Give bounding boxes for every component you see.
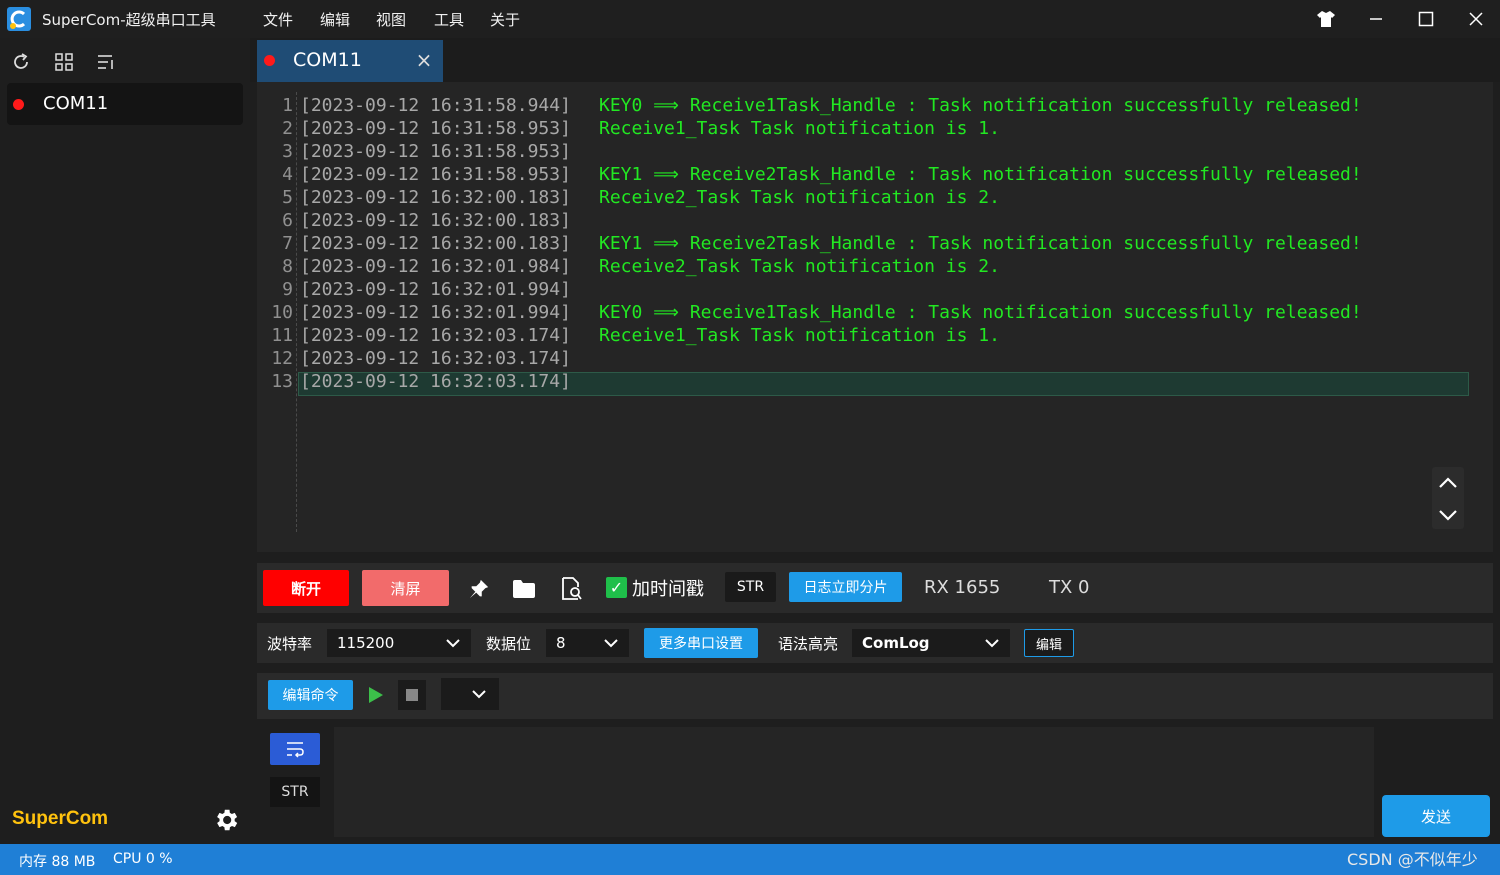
log-message: Receive2_Task Task notification is 2.	[599, 187, 1000, 208]
log-timestamp: [2023-09-12 16:32:03.174]	[300, 371, 571, 392]
play-icon[interactable]	[364, 684, 386, 706]
line-number: 5	[282, 187, 293, 208]
menu-file[interactable]: 文件	[263, 9, 293, 30]
log-message: Receive1_Task Task notification is 1.	[599, 118, 1000, 139]
log-timestamp: [2023-09-12 16:32:01.994]	[300, 279, 571, 300]
menu-edit[interactable]: 编辑	[320, 9, 350, 30]
line-number: 1	[282, 95, 293, 116]
brand-logo: SuperCom	[12, 808, 109, 829]
databits-select[interactable]: 8	[546, 629, 629, 657]
line-number: 2	[282, 118, 293, 139]
log-timestamp: [2023-09-12 16:31:58.944]	[300, 95, 571, 116]
line-number: 12	[271, 348, 293, 369]
line-number: 9	[282, 279, 293, 300]
close-window-icon[interactable]	[1461, 4, 1491, 34]
line-number: 11	[271, 325, 293, 346]
chevron-down-icon	[446, 639, 460, 648]
timestamp-label: 加时间戳	[632, 579, 704, 600]
grid-view-icon[interactable]	[52, 50, 76, 74]
log-message: KEY0 ⟹ Receive1Task_Handle : Task notifi…	[599, 302, 1362, 323]
log-timestamp: [2023-09-12 16:32:00.183]	[300, 233, 571, 254]
baud-select[interactable]: 115200	[327, 629, 471, 657]
tab-status-dot	[264, 55, 275, 66]
refresh-icon[interactable]	[9, 50, 33, 74]
log-timestamp: [2023-09-12 16:32:03.174]	[300, 325, 571, 346]
baud-label: 波特率	[267, 635, 313, 653]
log-timestamp: [2023-09-12 16:32:00.183]	[300, 187, 571, 208]
gear-icon[interactable]	[212, 806, 240, 834]
syntax-value: ComLog	[862, 634, 930, 652]
syntax-select[interactable]: ComLog	[852, 629, 1010, 657]
memory-status: 内存 88 MB	[19, 854, 96, 870]
search-file-icon[interactable]	[558, 575, 586, 603]
watermark: CSDN @不似年少	[1347, 850, 1478, 869]
status-bar	[0, 844, 1500, 875]
line-number: 13	[271, 371, 293, 392]
log-timestamp: [2023-09-12 16:32:01.994]	[300, 302, 571, 323]
log-message: Receive1_Task Task notification is 1.	[599, 325, 1000, 346]
split-log-button[interactable]: 日志立即分片	[789, 572, 902, 602]
title-bar	[0, 0, 1500, 38]
menu-about[interactable]: 关于	[490, 9, 520, 30]
databits-value: 8	[556, 634, 566, 652]
sidebar	[0, 38, 250, 844]
cpu-status: CPU 0 %	[113, 851, 173, 867]
baud-value: 115200	[337, 634, 395, 652]
disconnect-button[interactable]: 断开	[263, 570, 349, 606]
line-number: 7	[282, 233, 293, 254]
log-message: Receive2_Task Task notification is 2.	[599, 256, 1000, 277]
app-logo-icon	[7, 7, 31, 31]
edit-command-button[interactable]: 编辑命令	[268, 680, 353, 710]
str-toggle-button[interactable]: STR	[725, 572, 776, 602]
log-message: KEY1 ⟹ Receive2Task_Handle : Task notifi…	[599, 233, 1362, 254]
gutter-divider	[296, 92, 297, 532]
line-number: 8	[282, 256, 293, 277]
minimize-icon[interactable]	[1361, 4, 1391, 34]
timestamp-checkbox[interactable]: ✓	[606, 577, 627, 598]
log-timestamp: [2023-09-12 16:32:03.174]	[300, 348, 571, 369]
menu-view[interactable]: 视图	[376, 9, 406, 30]
log-timestamp: [2023-09-12 16:32:01.984]	[300, 256, 571, 277]
menu-tools[interactable]: 工具	[434, 9, 464, 30]
log-message: KEY0 ⟹ Receive1Task_Handle : Task notifi…	[599, 95, 1362, 116]
more-port-settings-button[interactable]: 更多串口设置	[644, 628, 758, 658]
pin-icon[interactable]	[465, 575, 493, 603]
line-number: 6	[282, 210, 293, 231]
command-select[interactable]	[441, 678, 499, 710]
log-message: KEY1 ⟹ Receive2Task_Handle : Task notifi…	[599, 164, 1362, 185]
scroll-down-icon[interactable]	[1433, 501, 1463, 529]
word-wrap-icon[interactable]	[270, 733, 320, 765]
log-timestamp: [2023-09-12 16:31:58.953]	[300, 164, 571, 185]
clear-button[interactable]: 清屏	[362, 570, 449, 606]
send-button[interactable]: 发送	[1382, 795, 1490, 837]
tab-close-icon[interactable]: ×	[415, 50, 433, 70]
send-input[interactable]	[334, 727, 1374, 837]
line-number: 3	[282, 141, 293, 162]
tab-label: COM11	[293, 49, 362, 71]
line-number: 4	[282, 164, 293, 185]
tx-counter: TX 0	[1049, 577, 1090, 598]
send-str-toggle[interactable]: STR	[270, 777, 320, 807]
databits-label: 数据位	[486, 635, 532, 653]
maximize-icon[interactable]	[1411, 4, 1441, 34]
log-timestamp: [2023-09-12 16:31:58.953]	[300, 141, 571, 162]
sidebar-item-label: COM11	[43, 93, 109, 114]
syntax-label: 语法高亮	[778, 635, 839, 653]
log-timestamp: [2023-09-12 16:31:58.953]	[300, 118, 571, 139]
port-status-dot	[13, 99, 24, 110]
folder-icon[interactable]	[510, 575, 538, 603]
line-number: 10	[271, 302, 293, 323]
edit-syntax-button[interactable]: 编辑	[1024, 629, 1074, 657]
list-sort-icon[interactable]	[94, 50, 118, 74]
stop-icon[interactable]	[398, 680, 426, 710]
chevron-down-icon	[604, 639, 618, 648]
theme-skin-icon[interactable]	[1311, 4, 1341, 34]
scroll-up-icon[interactable]	[1433, 469, 1463, 497]
chevron-down-icon	[472, 690, 486, 699]
app-title: SuperCom-超级串口工具	[42, 11, 216, 29]
chevron-down-icon	[985, 639, 999, 648]
log-timestamp: [2023-09-12 16:32:00.183]	[300, 210, 571, 231]
rx-counter: RX 1655	[924, 577, 1001, 598]
